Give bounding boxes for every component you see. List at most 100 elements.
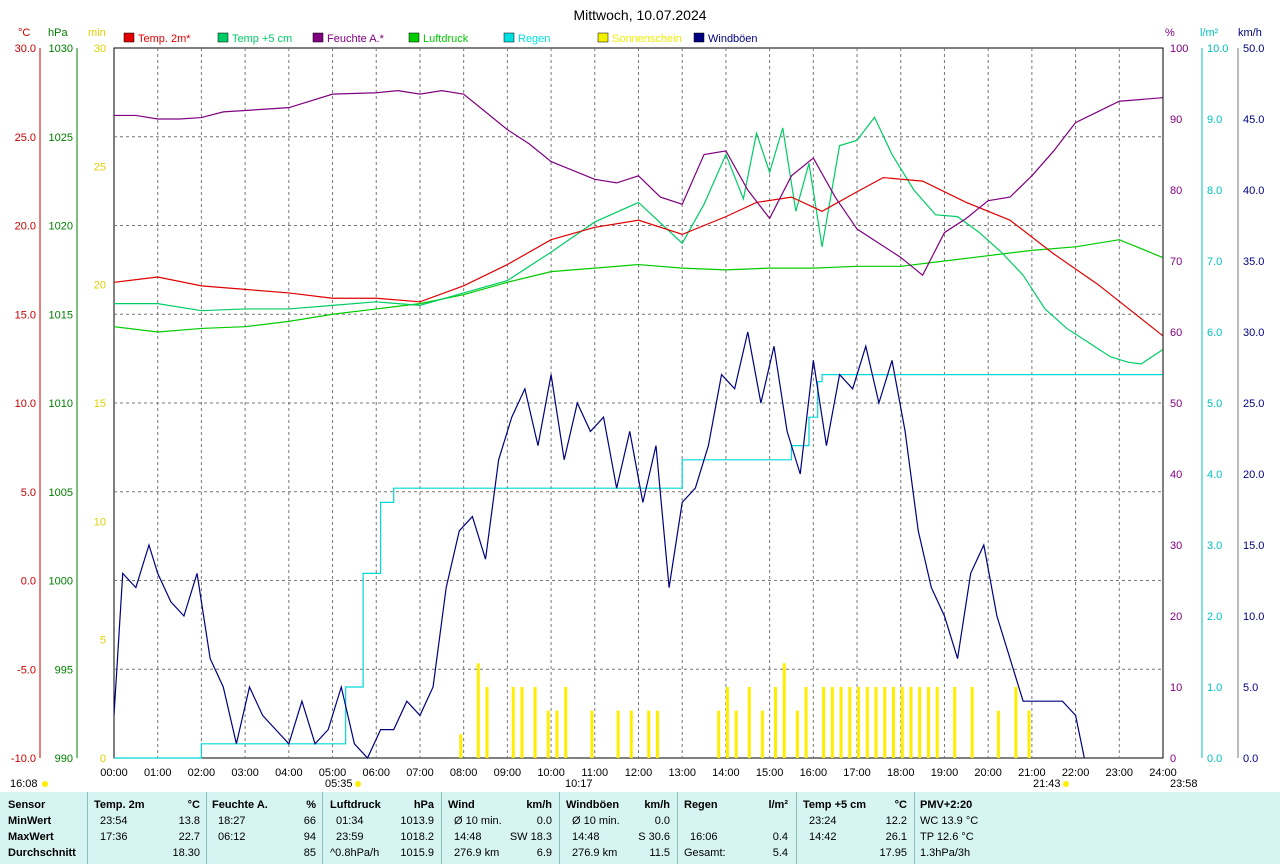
- x-axis: 00:00 01:00 02:00 03:00 04:00 05:00 06:00 07:00…: [100, 767, 1177, 779]
- pressure-tick-label: 1000: [49, 576, 73, 588]
- sunshine-bar: [839, 687, 843, 758]
- humidity-tick-label: 70: [1170, 256, 1182, 268]
- rain-tick-label: 10.0: [1207, 43, 1228, 55]
- sunshine-bar: [459, 734, 463, 758]
- wind-unit: km/h: [1238, 27, 1262, 39]
- sunshine-bar: [747, 687, 751, 758]
- sun-icon: [355, 781, 361, 787]
- rain-tick-label: 1.0: [1207, 682, 1222, 694]
- sunshine-bar: [900, 687, 904, 758]
- temp-tick-label: 0.0: [21, 576, 36, 588]
- legend-label: Sonnenschein: [612, 33, 682, 45]
- sunshine-bar: [717, 710, 721, 758]
- x-tick-label: 15:00: [756, 767, 784, 779]
- legend-label: Windböen: [708, 33, 758, 45]
- sunshine-bar: [546, 710, 550, 758]
- end-time-label: 23:58: [1170, 778, 1198, 790]
- humidity-unit: %: [1165, 27, 1175, 39]
- temp-unit: °C: [18, 27, 30, 39]
- legend-swatch: [217, 32, 229, 43]
- sunshine-bar: [782, 663, 786, 758]
- legend-label: Feuchte A.*: [327, 33, 385, 45]
- pressure-tick-label: 1005: [49, 487, 73, 499]
- stats-gusts: Windböen km/h Ø 10 min. 0.0 14:48 S 30.6…: [566, 799, 670, 859]
- humidity-tick-label: 10: [1170, 682, 1182, 694]
- sunshine-bar: [918, 687, 922, 758]
- sunshine-bar: [734, 710, 738, 758]
- stats-wind: Wind km/h Ø 10 min. 0.0 14:48 SW 18.3 27…: [448, 799, 552, 859]
- sun-tick-label: 30: [94, 43, 106, 55]
- sunshine-bar: [760, 710, 764, 758]
- humidity-tick-label: 100: [1170, 43, 1188, 55]
- x-tick-label: 16:00: [800, 767, 828, 779]
- sunshine-bar: [1014, 687, 1018, 758]
- sunshine-bar: [883, 687, 887, 758]
- chart-legend: Temp. 2m* Temp +5 cm Feuchte A.* Luftdruck R…: [123, 32, 758, 45]
- stats-temp5cm: Temp +5 cm °C 23:24 12.2 14:42 26.1 17.9…: [803, 799, 907, 859]
- pressure-tick-label: 995: [55, 664, 73, 676]
- sunshine-bar: [1027, 710, 1031, 758]
- wind-tick-label: 30.0: [1243, 327, 1264, 339]
- wind-tick-label: 5.0: [1243, 682, 1258, 694]
- sunshine-bar: [857, 687, 861, 758]
- sunshine-bar: [874, 687, 878, 758]
- stats-pressure: Luftdruck hPa 01:34 1013.9 23:59 1018.2 …: [330, 799, 434, 859]
- sunshine-bar: [996, 710, 1000, 758]
- pressure-unit: hPa: [48, 27, 68, 39]
- legend-swatch: [123, 32, 135, 43]
- sunshine-bar: [616, 710, 620, 758]
- x-tick-label: 19:00: [931, 767, 959, 779]
- x-tick-label: 08:00: [450, 767, 478, 779]
- sunshine-bar: [655, 710, 659, 758]
- rain-tick-label: 5.0: [1207, 398, 1222, 410]
- legend-swatch: [503, 32, 515, 43]
- wind-tick-label: 10.0: [1243, 611, 1264, 623]
- sun-tick-label: 5: [100, 635, 106, 647]
- sunshine-bar: [773, 687, 777, 758]
- humidity-tick-label: 30: [1170, 540, 1182, 552]
- temp-tick-label: -5.0: [17, 664, 36, 676]
- sunshine-bar: [555, 710, 559, 758]
- x-tick-label: 23:00: [1106, 767, 1134, 779]
- x-tick-label: 22:00: [1062, 767, 1090, 779]
- rain-tick-label: 4.0: [1207, 469, 1222, 481]
- x-tick-label: 03:00: [231, 767, 259, 779]
- rain-tick-label: 3.0: [1207, 540, 1222, 552]
- statistics-panel: Sensor MinWert MaxWert Durchschnitt Temp…: [0, 792, 1280, 864]
- legend-swatch: [597, 32, 609, 43]
- temp-tick-label: 25.0: [15, 132, 36, 144]
- sunshine-bar: [533, 687, 537, 758]
- temp-tick-label: 10.0: [15, 398, 36, 410]
- rain-tick-label: 9.0: [1207, 114, 1222, 126]
- stats-temp2m: Temp. 2m °C 23:54 13.8 17:36 22.7 18.30: [94, 799, 200, 859]
- rain-tick-label: 7.0: [1207, 256, 1222, 268]
- sun-time-marks: 16:08 05:35 10:17 21:43 23:58: [10, 778, 1198, 790]
- x-tick-label: 09:00: [494, 767, 522, 779]
- chart-title: Mittwoch, 10.07.2024: [573, 7, 706, 23]
- temp-tick-label: 30.0: [15, 43, 36, 55]
- wind-tick-label: 25.0: [1243, 398, 1264, 410]
- noon-label: 10:17: [565, 778, 593, 790]
- sunshine-bar: [590, 710, 594, 758]
- sunshine-bar: [865, 687, 869, 758]
- sun-icon: [42, 781, 48, 787]
- temp-tick-label: 5.0: [21, 487, 36, 499]
- sunshine-bar: [953, 687, 957, 758]
- weather-chart: Mittwoch, 10.07.2024 °C hPa min% l/m² km/h T…: [10, 7, 1264, 790]
- right-axes: 100908070605040302010010.09.08.07.06.05.…: [1170, 43, 1264, 765]
- stats-row-max: MaxWert: [8, 831, 54, 843]
- x-tick-label: 12:00: [625, 767, 653, 779]
- sunshine-bar: [476, 663, 480, 758]
- sunshine-bar: [848, 687, 852, 758]
- sunshine-bar: [892, 687, 896, 758]
- humidity-tick-label: 0: [1170, 753, 1176, 765]
- pressure-tick-label: 990: [55, 753, 73, 765]
- left-axes: 30.025.020.015.010.05.00.0-5.0-10.010301…: [11, 43, 106, 765]
- x-tick-label: 18:00: [887, 767, 915, 779]
- sunset-label: 21:43: [1033, 778, 1061, 790]
- sunshine-bar: [935, 687, 939, 758]
- sun-tick-label: 15: [94, 398, 106, 410]
- pressure-tick-label: 1030: [49, 43, 73, 55]
- pressure-tick-label: 1025: [49, 132, 73, 144]
- temp-tick-label: 20.0: [15, 221, 36, 233]
